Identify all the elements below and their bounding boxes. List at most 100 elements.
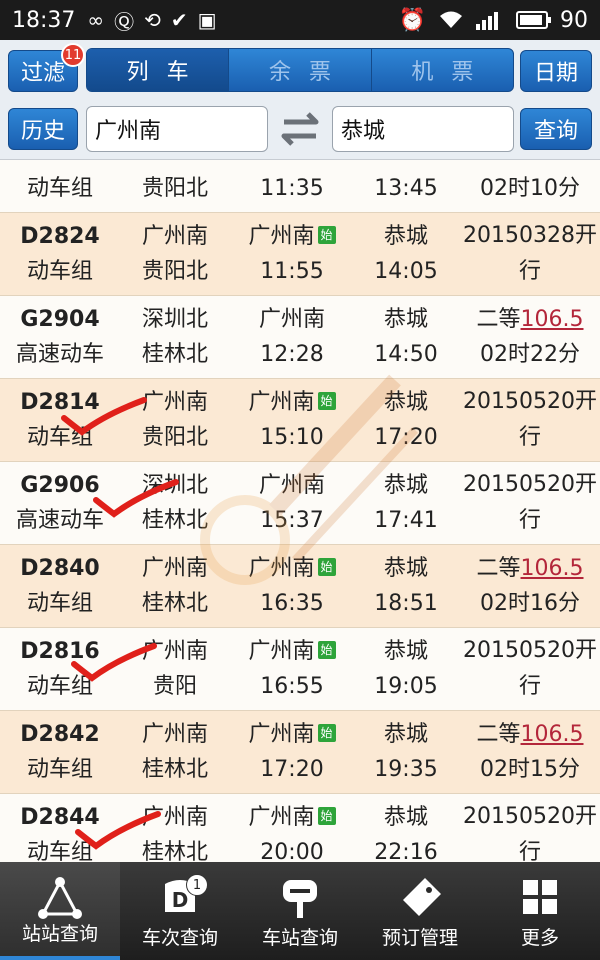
tab-flights[interactable]: 机票 bbox=[370, 49, 513, 91]
train-row[interactable]: D2840 动车组 广州南 桂林北 广州南始 16:35 恭城 18:51 二等… bbox=[0, 545, 600, 628]
tab-train[interactable]: 列车 bbox=[87, 49, 229, 91]
train-code: D2842 bbox=[20, 722, 100, 747]
arrival-time: 17:41 bbox=[374, 508, 438, 533]
train-type: 动车组 bbox=[26, 591, 93, 616]
departure-station-name: 广州南 bbox=[258, 307, 325, 332]
train-code: G2906 bbox=[20, 473, 100, 498]
start-badge: 始 bbox=[317, 807, 336, 825]
departure-station: 广州南始 bbox=[232, 221, 352, 253]
departure-station-name: 广州南 bbox=[248, 390, 315, 415]
arrival-station: 恭城 bbox=[383, 390, 428, 415]
departure-station: 广州南始 bbox=[232, 802, 352, 834]
from-station-input[interactable]: 广州南 bbox=[86, 106, 268, 152]
image-icon: ▣ bbox=[197, 8, 217, 32]
terminal-station: 桂林北 bbox=[141, 508, 208, 533]
mode-tabs: 列车 余票 机票 bbox=[86, 48, 514, 92]
price-link[interactable]: 106.5 bbox=[521, 556, 584, 581]
nav-train-number[interactable]: D 1 车次查询 bbox=[120, 862, 240, 960]
train-type: 动车组 bbox=[26, 176, 93, 201]
origin-station: 广州南 bbox=[141, 556, 208, 581]
arrival-station: 恭城 bbox=[383, 224, 428, 249]
departure-station-name: 广州南 bbox=[248, 722, 315, 747]
filter-badge: 11 bbox=[61, 43, 85, 67]
check-circle-icon: ✔ bbox=[170, 8, 188, 32]
nav-more[interactable]: 更多 bbox=[480, 862, 600, 960]
price-link[interactable]: 106.5 bbox=[521, 722, 584, 747]
departure-station-name: 广州南 bbox=[248, 224, 315, 249]
departure-time: 20:00 bbox=[260, 840, 324, 862]
filter-label: 过滤 bbox=[20, 61, 65, 86]
ticket-tag-icon bbox=[403, 878, 441, 916]
departure-time: 16:35 bbox=[260, 591, 324, 616]
departure-station: 广州南始 bbox=[232, 719, 352, 751]
query-toolbar: 过滤 11 列车 余票 机票 日期 历史 广州南 恭城 查询 bbox=[0, 40, 600, 160]
nav-station[interactable]: 车站查询 bbox=[240, 862, 360, 960]
train-code: D2840 bbox=[20, 556, 100, 581]
arrival-time: 17:20 bbox=[374, 425, 438, 450]
departure-time: 17:20 bbox=[260, 757, 324, 782]
train-row[interactable]: D2844 动车组 广州南 桂林北 广州南始 20:00 恭城 22:16 20… bbox=[0, 794, 600, 862]
seat-price: 二等106.5 bbox=[462, 553, 598, 585]
terminal-station: 贵阳北 bbox=[141, 259, 208, 284]
arrival-station: 恭城 bbox=[383, 473, 428, 498]
battery-percent: 90 bbox=[560, 7, 588, 33]
tab-remaining-tickets[interactable]: 余票 bbox=[228, 49, 370, 91]
arrival-time: 18:51 bbox=[374, 591, 438, 616]
train-list[interactable]: 动车组 贵阳北 11:35 13:45 02时10分 D2824 动车组 广州南 … bbox=[0, 160, 600, 862]
train-row[interactable]: G2906 高速动车 深圳北 桂林北 广州南 15:37 恭城 17:41 20… bbox=[0, 462, 600, 545]
train-row[interactable]: D2842 动车组 广州南 桂林北 广州南始 17:20 恭城 19:35 二等… bbox=[0, 711, 600, 794]
train-type: 高速动车 bbox=[15, 508, 104, 533]
train-code: D2814 bbox=[20, 390, 100, 415]
swap-stations-icon[interactable] bbox=[276, 110, 324, 148]
duration-or-note: 行 bbox=[518, 259, 541, 284]
arrival-time: 19:05 bbox=[374, 674, 438, 699]
status-bar: 18:37 ∞ Ⓠ ⟲ ✔ ▣ ⏰ 90 bbox=[0, 0, 600, 40]
nav-badge: 1 bbox=[186, 874, 208, 896]
nav-label: 车站查询 bbox=[261, 927, 338, 949]
to-station-input[interactable]: 恭城 bbox=[332, 106, 514, 152]
train-row[interactable]: D2824 动车组 广州南 贵阳北 广州南始 11:55 恭城 14:05 20… bbox=[0, 213, 600, 296]
query-button[interactable]: 查询 bbox=[520, 108, 592, 150]
filter-button[interactable]: 过滤 11 bbox=[8, 43, 85, 92]
train-code: G2904 bbox=[20, 307, 100, 332]
open-date: 20150520开 bbox=[463, 804, 597, 829]
terminal-station: 贵阳北 bbox=[141, 425, 208, 450]
departure-station-name: 广州南 bbox=[258, 473, 325, 498]
nav-label: 站站查询 bbox=[21, 923, 98, 945]
signal-icon bbox=[476, 12, 498, 30]
start-badge: 始 bbox=[317, 392, 336, 410]
terminal-station: 桂林北 bbox=[141, 342, 208, 367]
departure-time: 16:55 bbox=[260, 674, 324, 699]
train-row[interactable]: G2904 高速动车 深圳北 桂林北 广州南 12:28 恭城 14:50 二等… bbox=[0, 296, 600, 379]
seat-class: 二等 bbox=[476, 722, 521, 747]
arrival-time: 22:16 bbox=[374, 840, 438, 862]
duration-or-note: 02时10分 bbox=[480, 176, 580, 201]
terminal-station: 桂林北 bbox=[141, 757, 208, 782]
station-sign-icon bbox=[283, 880, 317, 918]
departure-station: 广州南始 bbox=[232, 553, 352, 585]
history-button[interactable]: 历史 bbox=[8, 108, 78, 150]
train-row[interactable]: D2814 动车组 广州南 贵阳北 广州南始 15:10 恭城 17:20 20… bbox=[0, 379, 600, 462]
bottom-nav: 站站查询 D 1 车次查询 车站查询 预订管理 更多 bbox=[0, 862, 600, 960]
open-date: 20150520开 bbox=[463, 638, 597, 663]
departure-time: 15:10 bbox=[260, 425, 324, 450]
open-date: 20150520开 bbox=[463, 472, 597, 497]
open-date: 20150520开 bbox=[463, 389, 597, 414]
price-link[interactable]: 106.5 bbox=[521, 307, 584, 332]
origin-station: 广州南 bbox=[141, 805, 208, 830]
date-button[interactable]: 日期 bbox=[520, 50, 592, 92]
infinity-icon: ∞ bbox=[87, 8, 105, 32]
nav-booking[interactable]: 预订管理 bbox=[360, 862, 480, 960]
nav-station-to-station[interactable]: 站站查询 bbox=[0, 862, 120, 960]
train-type: 动车组 bbox=[26, 840, 93, 862]
departure-time: 15:37 bbox=[260, 508, 324, 533]
train-row[interactable]: 动车组 贵阳北 11:35 13:45 02时10分 bbox=[0, 160, 600, 213]
arrival-time: 13:45 bbox=[374, 176, 438, 201]
triangle-route-icon bbox=[38, 877, 82, 919]
alarm-icon: ⏰ bbox=[398, 7, 426, 33]
start-badge: 始 bbox=[317, 724, 336, 742]
train-code: D2844 bbox=[20, 805, 100, 830]
train-row[interactable]: D2816 动车组 广州南 贵阳 广州南始 16:55 恭城 19:05 201… bbox=[0, 628, 600, 711]
q-app-icon: Ⓠ bbox=[114, 9, 135, 34]
seat-class: 二等 bbox=[476, 307, 521, 332]
